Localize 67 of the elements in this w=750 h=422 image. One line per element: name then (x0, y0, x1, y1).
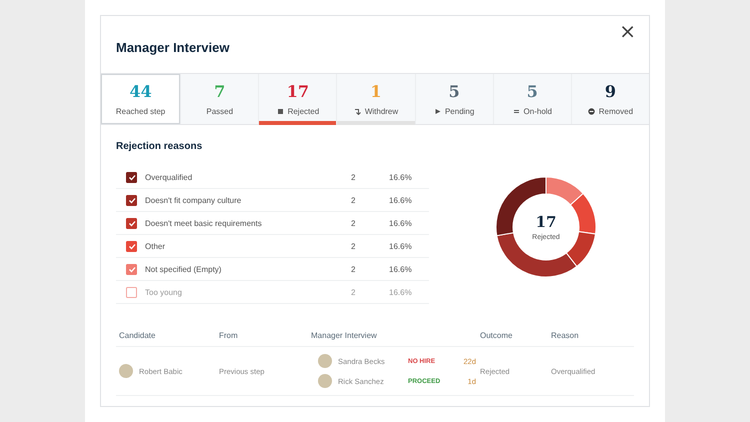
dialog-title: Manager Interview (116, 40, 230, 55)
tab-count: 5 (448, 82, 460, 102)
check-icon (128, 174, 136, 180)
reason-percent: 16.6% (389, 218, 413, 228)
checkbox[interactable] (126, 264, 137, 274)
checkbox[interactable] (126, 172, 137, 182)
reason-percent: 16.6% (389, 264, 413, 274)
status-tab[interactable]: 7 Passed (180, 74, 258, 124)
avatar (318, 354, 332, 368)
reason-label: Too young (145, 288, 183, 296)
hold-lines-icon (512, 108, 520, 115)
check-icon (128, 196, 136, 204)
checkbox[interactable] (126, 286, 137, 298)
reason-percent: 16.6% (389, 242, 413, 250)
column-header: Outcome (480, 330, 514, 340)
tab-label: Removed (598, 107, 634, 116)
turn-arrow-icon (354, 108, 361, 115)
tab-count: 5 (526, 82, 538, 102)
reason-count: 2 (351, 264, 356, 274)
status-tab[interactable]: 5 On-hold (492, 74, 571, 124)
reason-percent: 16.6% (389, 288, 413, 296)
column-header: Candidate (119, 330, 156, 340)
reason-label: Doesn't meet basic requirements (145, 218, 263, 228)
column-header: Reason (551, 330, 580, 340)
check-icon (128, 266, 136, 272)
check-icon (128, 220, 136, 226)
avatar (119, 364, 133, 378)
tab-label: Withdrew (364, 107, 398, 116)
column-header: From (219, 330, 239, 340)
tab-label: Pending (444, 107, 474, 116)
donut-total: 17 (536, 213, 556, 231)
reason-percent: 16.6% (389, 196, 413, 204)
tab-count: 1 (370, 82, 382, 102)
tab-label: Rejected (288, 107, 320, 116)
reason-count: 2 (351, 288, 356, 296)
reason-count: 2 (351, 172, 356, 182)
tab-label: On-hold (524, 107, 552, 116)
reason-count: 2 (351, 218, 356, 228)
status-tab[interactable]: 1 Withdrew (336, 74, 415, 124)
reason-label: Other (145, 242, 166, 250)
checkbox[interactable] (126, 218, 137, 228)
tab-count: 9 (604, 82, 616, 102)
status-tab[interactable]: 17 Rejected (258, 74, 336, 124)
tab-count: 17 (286, 82, 309, 102)
close-button[interactable]: × (615, 20, 640, 40)
status-tab[interactable]: 44 Reached step (101, 74, 180, 124)
stop-square-icon (276, 108, 284, 115)
check-icon (128, 242, 136, 250)
tab-label: Reached step (116, 107, 166, 116)
reason-percent: 16.6% (389, 172, 413, 182)
reason-label: Not specified (Empty) (145, 264, 222, 274)
minus-circle-icon (588, 108, 595, 115)
column-header: Manager Interview (311, 330, 378, 340)
tab-label: Passed (206, 107, 234, 116)
avatar (318, 374, 332, 388)
reason-count: 2 (351, 242, 356, 250)
status-tab[interactable]: 9 Removed (570, 74, 649, 124)
status-tab[interactable]: 5 Pending (414, 74, 493, 124)
section-title: Rejection reasons (116, 141, 204, 152)
reason-count: 2 (351, 196, 356, 204)
tab-count: 44 (129, 82, 152, 102)
play-icon (434, 108, 441, 115)
reason-label: Overqualified (145, 172, 194, 182)
checkbox[interactable] (126, 240, 137, 252)
reason-label: Doesn't fit company culture (145, 196, 242, 204)
checkbox[interactable] (126, 194, 137, 206)
tab-count: 7 (214, 82, 226, 102)
